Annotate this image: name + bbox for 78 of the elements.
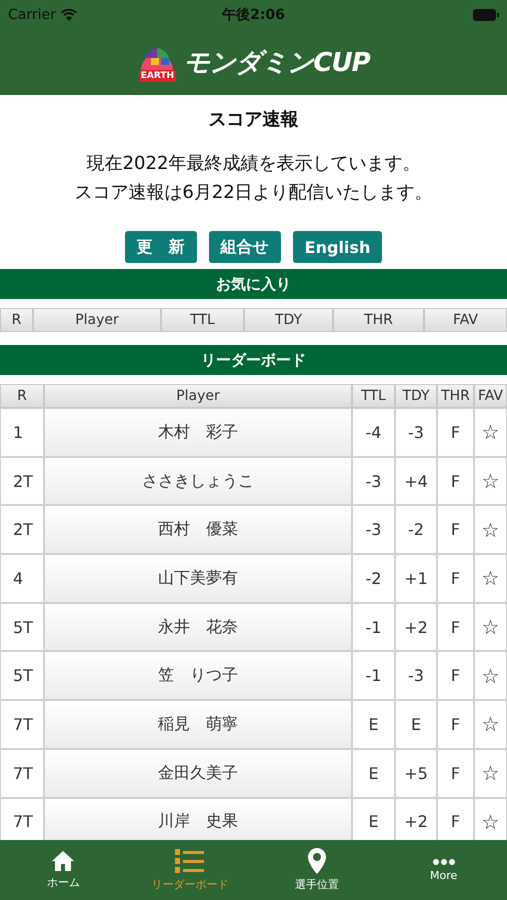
notice-text: スコア速報は6月22日より配信いたします。 — [74, 181, 433, 205]
rank-cell: 2T — [0, 456, 44, 506]
total-cell: -1 — [352, 602, 395, 652]
notice-text: 現在2022年最終成績を表示しています。 — [86, 152, 420, 176]
thru-cell: F — [437, 700, 474, 749]
today-cell: -3 — [395, 651, 437, 700]
action-button[interactable]: English — [292, 231, 382, 263]
today-cell: +5 — [395, 748, 437, 798]
column-header: TTL — [352, 384, 395, 408]
thru-cell: F — [437, 798, 474, 840]
wifi-icon — [60, 9, 77, 21]
tab-item[interactable]: ホーム — [0, 840, 127, 900]
rank-cell: 5T — [0, 651, 44, 700]
rank-cell: 2T — [0, 505, 44, 554]
player-cell[interactable]: 永井 花奈 — [44, 602, 352, 652]
home-icon — [51, 850, 76, 872]
battery-icon — [472, 9, 499, 21]
today-cell: +4 — [395, 456, 437, 506]
player-cell[interactable]: 西村 優菜 — [44, 505, 352, 554]
column-header: TDY — [244, 308, 333, 332]
rank-cell: 7T — [0, 748, 44, 798]
player-cell[interactable]: 笠 りつ子 — [44, 651, 352, 700]
column-header: TTL — [161, 308, 244, 332]
thru-cell: F — [437, 408, 474, 457]
action-button[interactable]: 組合せ — [208, 231, 281, 263]
column-header: R — [0, 384, 44, 408]
player-cell[interactable]: 稲見 萌寧 — [44, 700, 352, 749]
total-cell: E — [352, 700, 395, 749]
section-title-bar: リーダーボード — [0, 345, 507, 375]
today-cell: E — [395, 700, 437, 749]
player-cell[interactable]: 川岸 史果 — [44, 798, 352, 840]
column-header: R — [0, 308, 33, 332]
more-icon — [432, 858, 456, 866]
player-cell[interactable]: 木村 彩子 — [44, 408, 352, 457]
carrier-label: Carrier — [8, 7, 56, 23]
total-cell: E — [352, 798, 395, 840]
today-cell: +2 — [395, 602, 437, 652]
thru-cell: F — [437, 602, 474, 652]
rank-cell: 1 — [0, 408, 44, 457]
tab-item[interactable]: More — [380, 840, 507, 900]
column-header: Player — [33, 308, 161, 332]
thru-cell: F — [437, 505, 474, 554]
column-header: THR — [437, 384, 474, 408]
total-cell: -4 — [352, 408, 395, 457]
rank-cell: 5T — [0, 602, 44, 652]
clock-time: 午後2:06 — [222, 6, 285, 24]
tab-item[interactable]: 選手位置 — [254, 840, 380, 900]
action-button[interactable]: 更 新 — [124, 231, 197, 263]
thru-cell: F — [437, 651, 474, 700]
map-pin-icon — [308, 848, 326, 874]
today-cell: -2 — [395, 505, 437, 554]
player-cell[interactable]: 山下美夢有 — [44, 554, 352, 603]
today-cell: +2 — [395, 798, 437, 840]
rank-cell: 7T — [0, 700, 44, 749]
rank-cell: 7T — [0, 798, 44, 840]
thru-cell: F — [437, 456, 474, 506]
column-header: THR — [333, 308, 424, 332]
column-header: FAV — [474, 384, 507, 408]
player-cell[interactable]: 金田久美子 — [44, 748, 352, 798]
total-cell: -2 — [352, 554, 395, 603]
total-cell: -1 — [352, 651, 395, 700]
total-cell: -3 — [352, 456, 395, 506]
total-cell: -3 — [352, 505, 395, 554]
today-cell: +1 — [395, 554, 437, 603]
thru-cell: F — [437, 748, 474, 798]
thru-cell: F — [437, 554, 474, 603]
notice-title: スコア速報 — [208, 108, 298, 131]
today-cell: -3 — [395, 408, 437, 457]
column-header: FAV — [424, 308, 507, 332]
logo-title: モンダミンCUP — [183, 47, 370, 80]
column-header: TDY — [395, 384, 437, 408]
rank-cell: 4 — [0, 554, 44, 603]
total-cell: E — [352, 748, 395, 798]
section-title-bar: お気に入り — [0, 269, 507, 299]
logo-badge: EARTH — [138, 70, 176, 82]
numbered-list-icon — [175, 848, 206, 874]
column-header: Player — [44, 384, 352, 408]
player-cell[interactable]: ささきしょうこ — [44, 456, 352, 506]
